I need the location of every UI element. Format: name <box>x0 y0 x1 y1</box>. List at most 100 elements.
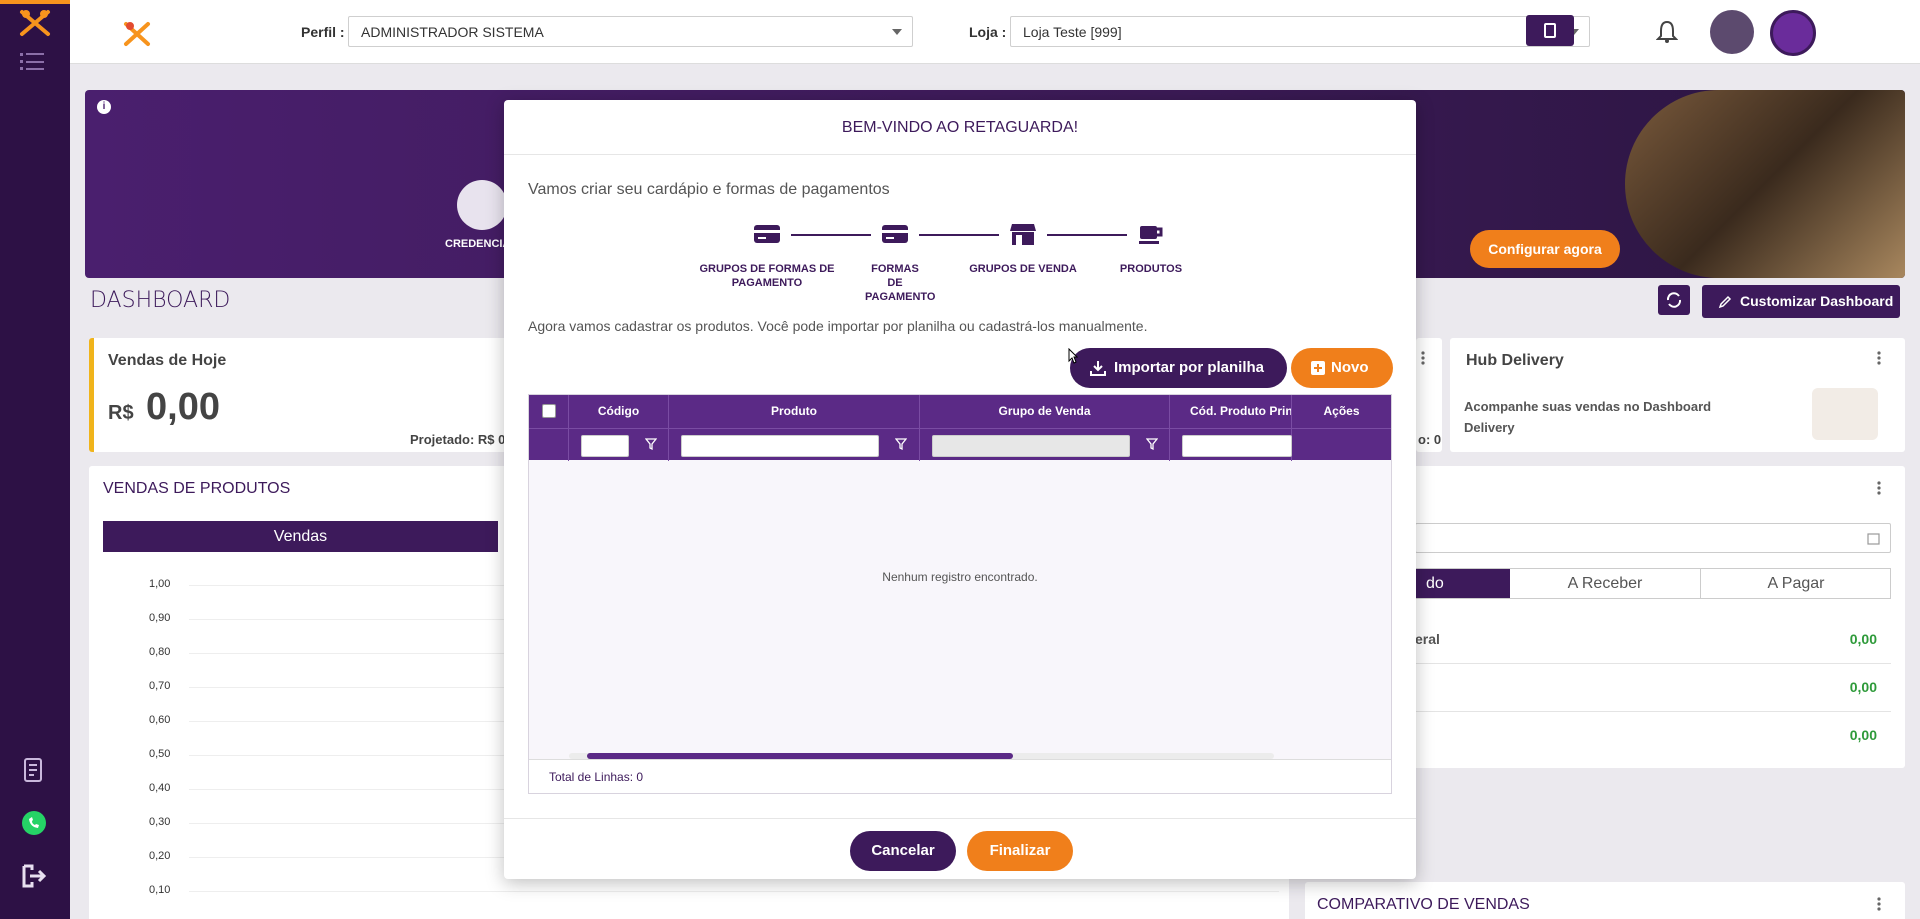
more-options-icon[interactable] <box>1877 350 1881 366</box>
user-avatar[interactable] <box>1770 10 1816 56</box>
y-tick-label: 0,50 <box>149 748 171 760</box>
plus-square-icon <box>1311 361 1325 375</box>
column-header-codigo[interactable]: Código <box>569 395 669 428</box>
filter-funnel-icon[interactable] <box>645 438 657 450</box>
modal-instruction: Agora vamos cadastrar os produtos. Você … <box>528 318 1148 334</box>
card-title: Vendas de Hoje <box>108 352 227 369</box>
row-value: 0,00 <box>1849 727 1877 743</box>
grid-header: Código Produto Grupo de Venda Cód. Produ… <box>529 395 1391 428</box>
banner-photo <box>1625 90 1905 278</box>
y-tick-label: 0,10 <box>149 884 171 896</box>
welcome-modal: BEM-VINDO AO RETAGUARDA! Vamos criar seu… <box>504 100 1416 879</box>
new-product-button[interactable]: Novo <box>1291 348 1393 388</box>
more-options-icon[interactable] <box>1877 896 1881 912</box>
copy-store-button[interactable] <box>1526 15 1574 46</box>
whatsapp-icon[interactable] <box>20 809 48 837</box>
step-connector <box>1047 234 1127 236</box>
sidebar <box>0 0 70 919</box>
finance-row: 0,00 <box>1415 668 1891 712</box>
finish-button[interactable]: Finalizar <box>967 831 1073 871</box>
row-label: eral <box>1415 631 1440 647</box>
customize-dashboard-button[interactable]: Customizar Dashboard <box>1702 285 1900 318</box>
filter-cell <box>569 429 669 461</box>
column-header-grupo-venda[interactable]: Grupo de Venda <box>920 395 1170 428</box>
loja-label: Loja : <box>969 24 1007 40</box>
y-tick-label: 0,30 <box>149 816 171 828</box>
column-header-acoes: Ações <box>1323 404 1360 418</box>
filter-produto-input[interactable] <box>681 435 879 457</box>
y-tick-label: 0,70 <box>149 680 171 692</box>
modal-title: BEM-VINDO AO RETAGUARDA! <box>504 100 1416 155</box>
step-label: GRUPOS DE FORMAS DE PAGAMENTO <box>699 263 835 289</box>
total-lines-label: Total de Linhas: <box>549 770 634 784</box>
refresh-icon <box>1666 292 1682 308</box>
filter-funnel-icon[interactable] <box>1146 438 1158 450</box>
currency-symbol: R$ <box>108 402 134 424</box>
modal-footer: Cancelar Finalizar <box>504 818 1416 879</box>
grid-footer: Total de Linhas: 0 <box>529 759 1391 793</box>
filter-cell <box>920 429 1170 461</box>
loja-select[interactable]: Loja Teste [999] <box>1010 16 1590 47</box>
empty-message: Nenhum registro encontrado. <box>882 570 1038 584</box>
report-icon[interactable] <box>20 756 48 784</box>
step-label: GRUPOS DE VENDA <box>969 263 1077 275</box>
perfil-select[interactable]: ADMINISTRADOR SISTEMA <box>348 16 913 47</box>
y-tick-label: 0,40 <box>149 782 171 794</box>
tab-a-receber[interactable]: A Receber <box>1510 569 1701 598</box>
brand-logo-icon[interactable] <box>120 18 154 48</box>
credit-card-icon <box>882 225 908 243</box>
wizard-steps: GRUPOS DE FORMAS DE PAGAMENTO FORMAS DE … <box>504 218 1416 303</box>
assistant-avatar[interactable] <box>1710 10 1754 54</box>
filter-funnel-icon[interactable] <box>895 438 907 450</box>
delivery-illustration <box>1812 388 1878 440</box>
menu-list-icon[interactable] <box>20 52 44 72</box>
refresh-button[interactable] <box>1658 285 1690 315</box>
cancel-button[interactable]: Cancelar <box>850 831 956 871</box>
y-tick-label: 1,00 <box>149 578 171 590</box>
date-range-input[interactable] <box>1415 523 1891 553</box>
tab-vendas[interactable]: Vendas <box>103 521 498 552</box>
calculator-icon[interactable] <box>457 180 507 230</box>
more-options-icon[interactable] <box>1877 480 1881 496</box>
column-header-cod-produto[interactable]: Cód. Produto Princ <box>1170 395 1292 428</box>
import-label: Importar por planilha <box>1114 359 1265 376</box>
filter-grupo-input[interactable] <box>932 435 1130 457</box>
sales-value: 0,00 <box>146 386 220 428</box>
filter-cell <box>1292 429 1391 461</box>
tab-a-pagar[interactable]: A Pagar <box>1701 569 1891 598</box>
filter-cell <box>529 429 569 461</box>
perfil-value: ADMINISTRADOR SISTEMA <box>361 24 544 40</box>
credit-card-icon <box>754 225 780 243</box>
column-header-produto[interactable]: Produto <box>669 395 920 428</box>
info-icon[interactable]: i <box>97 100 111 114</box>
new-label: Novo <box>1331 359 1369 376</box>
filter-codigo-input[interactable] <box>581 435 629 457</box>
tab-active[interactable]: do <box>1416 569 1510 598</box>
finance-row: eral 0,00 <box>1415 620 1891 664</box>
logout-icon[interactable] <box>20 862 48 890</box>
loja-value: Loja Teste [999] <box>1023 24 1122 40</box>
finance-tabs: do A Receber A Pagar <box>1415 568 1891 599</box>
notification-bell-icon[interactable] <box>1656 20 1678 44</box>
step-label: PRODUTOS <box>1119 263 1183 275</box>
card-title: VENDAS DE PRODUTOS <box>103 480 291 497</box>
select-all-checkbox[interactable] <box>541 404 556 418</box>
import-spreadsheet-button[interactable]: Importar por planilha <box>1070 348 1287 388</box>
hidden-card: o: 0 <box>1416 338 1442 452</box>
configure-now-button[interactable]: Configurar agora <box>1470 230 1620 268</box>
page-title: DASHBOARD <box>90 288 231 313</box>
filter-cell <box>1170 429 1292 461</box>
app-logo-icon[interactable] <box>18 8 52 38</box>
comparativo-card: COMPARATIVO DE VENDAS <box>1305 882 1905 919</box>
filter-cod-produto-input[interactable] <box>1182 435 1292 457</box>
y-tick-label: 0,20 <box>149 850 171 862</box>
more-options-icon[interactable] <box>1421 350 1425 366</box>
modal-subtitle: Vamos criar seu cardápio e formas de pag… <box>528 181 890 198</box>
hub-delivery-card: Hub Delivery Acompanhe suas vendas no Da… <box>1450 338 1905 452</box>
step-connector <box>919 234 999 236</box>
card-title: Hub Delivery <box>1466 352 1564 369</box>
download-icon <box>1090 361 1106 376</box>
card-title: COMPARATIVO DE VENDAS <box>1317 896 1530 913</box>
hub-text: Acompanhe suas vendas no Dashboard Deliv… <box>1464 399 1712 435</box>
filter-cell <box>669 429 920 461</box>
